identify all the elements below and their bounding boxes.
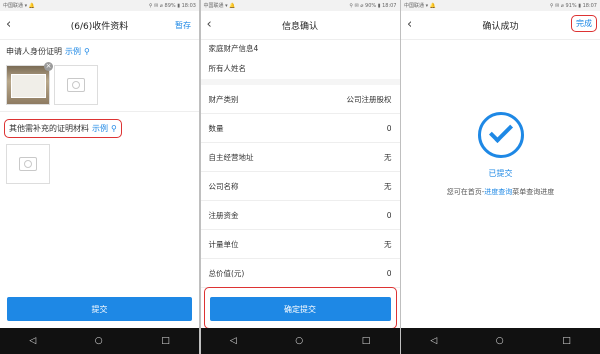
info-row: 数量 0 — [200, 114, 400, 143]
other-materials-example-link[interactable]: 示例 — [92, 123, 108, 134]
status-icons: ⚲ ✉ ⌀ 91% ▮ 18:07 — [549, 2, 597, 9]
back-button[interactable]: ‹ — [6, 17, 11, 32]
info-row: 计量单位 无 — [200, 230, 400, 259]
search-icon: ⚲ — [84, 47, 90, 56]
success-check-icon — [477, 112, 524, 158]
row-label: 财产类别 — [208, 94, 239, 104]
row-label: 公司名称 — [208, 181, 239, 191]
camera-icon — [67, 78, 85, 92]
page-title: (6/6)收件资料 — [70, 21, 129, 32]
info-list: 财产类别 公司注册股权 数量 0 自主经营地址无 公司名称无 注册资金 0 计量单位无… — [200, 85, 400, 288]
owner-name-label: 所有人姓名 — [208, 63, 247, 73]
section-header: 家庭财产信息4 — [208, 44, 259, 53]
nav-back-icon[interactable]: ◁ — [230, 336, 237, 346]
add-photo-button-2[interactable] — [6, 144, 50, 184]
status-bar: 中国联通 ▾ 🔔 ⚲ ✉ ⌀ 91% ▮ 18:07 — [401, 0, 600, 11]
progress-query-link[interactable]: 进度查询 — [484, 188, 512, 196]
row-label: 自主经营地址 — [208, 152, 254, 162]
nav-recent-icon[interactable]: □ — [161, 336, 170, 346]
nav-home-icon[interactable]: ○ — [496, 336, 504, 346]
info-row: 财产类别 公司注册股权 — [200, 85, 400, 114]
status-icons: ⚲ ✉ ⌀ 89% ▮ 18:03 — [148, 2, 196, 9]
row-value: 无 — [384, 239, 392, 249]
row-value: 0 — [386, 268, 392, 278]
confirm-submit-button[interactable]: 确定提交 — [209, 297, 391, 321]
system-nav-bar: ◁ ○ □ — [401, 328, 600, 354]
row-label: 计量单位 — [208, 239, 239, 249]
header: ‹ (6/6)收件资料 暂存 — [0, 11, 199, 40]
row-value: 无 — [384, 152, 392, 162]
page-title: 信息确认 — [281, 21, 318, 32]
row-label: 总价值(元) — [208, 268, 245, 278]
nav-back-icon[interactable]: ◁ — [29, 336, 36, 346]
other-materials-label: 其他需补充的证明材料 — [9, 124, 89, 133]
carrier-text: 中国联通 ▾ 🔔 — [203, 3, 236, 9]
owner-name-row: 所有人姓名 — [201, 57, 400, 79]
camera-icon — [19, 157, 37, 171]
row-value: 公司注册股权 — [346, 94, 392, 104]
info-row: 自主经营地址 无 — [200, 143, 400, 172]
info-prefix: 您可在首页- — [446, 188, 485, 196]
uploaded-photo-thumbnail[interactable]: × — [6, 62, 53, 105]
carrier-text: 中国联通 ▾ 🔔 — [404, 3, 436, 9]
back-button[interactable]: ‹ — [407, 17, 412, 32]
header: ‹ 确认成功 完成 — [401, 11, 600, 40]
progress-info-text: 您可在首页-进度查询菜单查询进度 — [401, 187, 600, 197]
id-proof-images: × — [0, 61, 199, 111]
submit-button[interactable]: 提交 — [7, 297, 192, 321]
screen-success: 中国联通 ▾ 🔔 ⚲ ✉ ⌀ 91% ▮ 18:07 ‹ 确认成功 完成 已提交… — [401, 0, 600, 354]
screen-upload-materials: 中国联通 ▾ 🔔 ⚲ ✉ ⌀ 89% ▮ 18:03 ‹ (6/6)收件资料 暂… — [0, 0, 199, 354]
nav-recent-icon[interactable]: □ — [562, 336, 571, 346]
row-label: 注册资金 — [208, 210, 239, 220]
row-value: 0 — [386, 210, 392, 220]
search-icon: ⚲ — [111, 124, 117, 133]
row-label: 数量 — [208, 123, 224, 133]
status-bar: 中国联通 ▾ 🔔 ⚲ ✉ ⌀ 89% ▮ 18:03 — [0, 0, 199, 11]
add-photo-button[interactable] — [54, 65, 98, 105]
status-bar: 中国联通 ▾ 🔔 ⚲ ✉ ⌀ 90% ▮ 18:07 — [200, 0, 400, 11]
info-row: 公司名称 无 — [200, 172, 400, 201]
id-proof-label: 申请人身份证明 — [6, 47, 62, 56]
carrier-text: 中国联通 ▾ 🔔 — [3, 3, 35, 9]
info-row: 总价值(元) 0 — [200, 259, 400, 288]
id-proof-section-label: 申请人身份证明 示例 ⚲ — [0, 40, 199, 61]
done-button[interactable]: 完成 — [571, 15, 597, 32]
row-value: 无 — [384, 181, 392, 191]
id-card-image — [11, 74, 46, 98]
status-icons: ⚲ ✉ ⌀ 90% ▮ 18:07 — [349, 2, 397, 9]
header: ‹ 信息确认 — [200, 11, 400, 40]
nav-recent-icon[interactable]: □ — [362, 336, 371, 346]
submitted-status: 已提交 — [488, 169, 513, 178]
nav-home-icon[interactable]: ○ — [295, 336, 303, 346]
nav-home-icon[interactable]: ○ — [95, 336, 103, 346]
screen-info-confirm: 中国联通 ▾ 🔔 ⚲ ✉ ⌀ 90% ▮ 18:07 ‹ 信息确认 家庭财产信息… — [200, 0, 400, 354]
nav-back-icon[interactable]: ◁ — [430, 336, 437, 346]
back-button[interactable]: ‹ — [207, 17, 212, 32]
remove-photo-icon[interactable]: × — [44, 62, 53, 71]
other-materials-section-label: 其他需补充的证明材料 示例 ⚲ — [4, 119, 122, 138]
system-nav-bar: ◁ ○ □ — [0, 328, 199, 354]
info-row: 注册资金 0 — [200, 201, 400, 230]
system-nav-bar: ◁ ○ □ — [200, 328, 400, 354]
save-draft-button[interactable]: 暂存 — [175, 20, 191, 31]
row-value: 0 — [386, 123, 392, 133]
info-suffix: 菜单查询进度 — [512, 188, 555, 196]
id-proof-example-link[interactable]: 示例 — [65, 46, 81, 57]
